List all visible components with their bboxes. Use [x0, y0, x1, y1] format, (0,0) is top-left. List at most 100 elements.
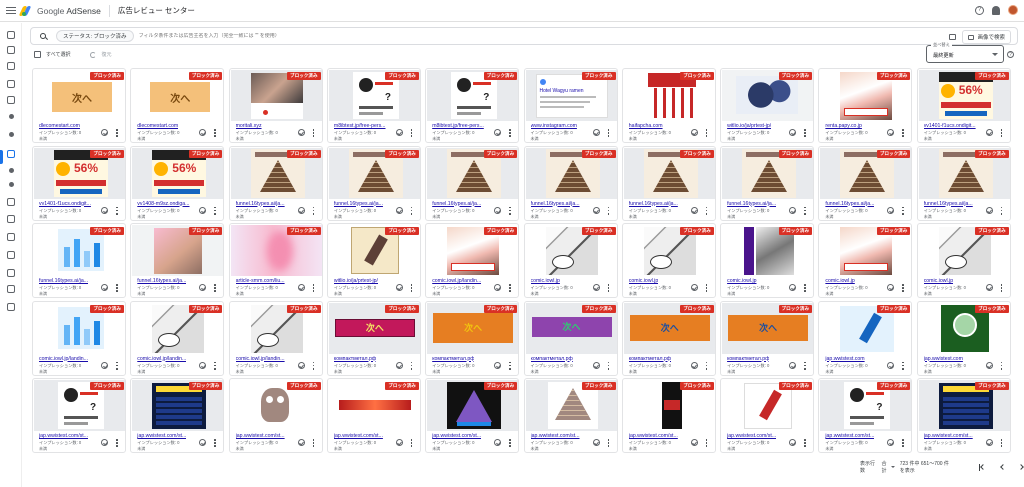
ad-domain-link[interactable]: funnel.16types.ai/ja... [432, 201, 481, 207]
image-search-icon[interactable] [949, 34, 957, 40]
more-vert-icon[interactable] [410, 284, 414, 292]
more-vert-icon[interactable] [410, 439, 414, 447]
rows-per-page-select[interactable]: 合計 [882, 460, 895, 474]
ad-domain-link[interactable]: renta.papy.co.jp [825, 123, 862, 129]
ad-card[interactable]: 次へ ブロック済み компактметал.рф インプレッション数: 0 未満 [326, 300, 421, 376]
more-vert-icon[interactable] [214, 129, 217, 137]
ad-domain-link[interactable]: jap.wwistest.com/st... [334, 433, 383, 439]
ad-card[interactable]: ブロック済み witlio.io/ja/prtest-jp/インプレッション数: … [720, 68, 815, 143]
ad-domain-link[interactable]: funnel.16types.ai/ja... [137, 278, 186, 284]
check-circle-icon[interactable] [985, 129, 993, 136]
select-all-label[interactable]: すべて選択 [46, 51, 70, 58]
ads-icon[interactable] [7, 80, 15, 88]
inbox-icon[interactable] [7, 46, 15, 54]
ad-domain-link[interactable]: moritali.xyz [236, 123, 262, 129]
more-vert-icon[interactable] [607, 129, 611, 137]
main-menu-button[interactable] [4, 4, 18, 18]
dot-icon[interactable] [8, 168, 14, 173]
more-vert-icon[interactable] [214, 439, 217, 447]
more-vert-icon[interactable] [312, 129, 316, 137]
ad-card[interactable]: 56% ブロック済み vv1408-m9sz.ondiga... インプレッション数:… [130, 145, 225, 221]
ad-card[interactable]: ブロック済み witlio.io/ja/prtest-jp/インプレッション数: … [326, 223, 421, 298]
ad-card[interactable]: ブロック済み funnel.16types.ai/ja... インプレッション数: … [818, 145, 913, 221]
more-vert-icon[interactable] [116, 206, 119, 215]
more-vert-icon[interactable] [410, 361, 414, 370]
more-vert-icon[interactable] [902, 129, 905, 137]
ad-thumbnail[interactable]: ブロック済み [820, 70, 912, 121]
more-vert-icon[interactable] [607, 284, 611, 292]
more-vert-icon[interactable] [902, 284, 905, 292]
check-circle-icon[interactable] [494, 439, 502, 446]
ad-domain-link[interactable]: witlio.io/ja/prtest-jp/ [334, 278, 378, 284]
ad-domain-link[interactable]: m8ibtest.jp/free-pers... [432, 123, 484, 129]
ad-thumbnail[interactable]: ブロック済み [34, 302, 125, 354]
gear-icon[interactable] [7, 285, 15, 293]
more-vert-icon[interactable] [214, 361, 217, 370]
next-page-icon[interactable] [1019, 464, 1024, 471]
ad-card[interactable]: ブロック済み funnel.16types.ai/ja... インプレッション数: … [228, 145, 323, 221]
more-vert-icon[interactable] [312, 361, 316, 370]
more-vert-icon[interactable] [804, 284, 807, 292]
ad-card[interactable]: ブロック済み funnel.16types.ai/ja... インプレッション数: … [130, 223, 225, 298]
ad-domain-link[interactable]: jap.wwistest.com [924, 356, 963, 362]
trend-icon[interactable] [7, 215, 15, 223]
check-circle-icon[interactable] [101, 206, 108, 214]
check-circle-icon[interactable] [690, 361, 698, 369]
more-vert-icon[interactable] [902, 439, 905, 447]
check-circle-icon[interactable] [887, 206, 895, 214]
ad-card[interactable]: 次へ ブロック済み компактметал.рф インプレッション数: 0 未満 [425, 300, 520, 376]
more-vert-icon[interactable] [214, 206, 217, 215]
ad-thumbnail[interactable]: ブロック済み [230, 225, 322, 276]
ad-domain-link[interactable]: funnel.16types.ai/ja... [334, 201, 383, 207]
ad-card[interactable]: ブロック済み comic.iowl.jp/landin... インプレッション数: … [425, 223, 520, 298]
sites-icon[interactable] [7, 62, 15, 70]
ad-domain-link[interactable]: www.instagram.com [531, 123, 577, 129]
check-circle-icon[interactable] [395, 361, 403, 369]
check-circle-icon[interactable] [199, 361, 207, 369]
dot-icon[interactable] [8, 132, 14, 137]
more-vert-icon[interactable] [509, 439, 512, 447]
ad-domain-link[interactable]: jap.wwistest.com/st... [825, 433, 874, 439]
settings-icon[interactable] [7, 269, 15, 277]
more-vert-icon[interactable] [1000, 206, 1004, 215]
ad-thumbnail[interactable]: ブロック済み [132, 302, 224, 354]
ad-card[interactable]: ? ブロック済み m8ibtest.jp/free-pers... インプレッション数… [425, 68, 520, 143]
check-circle-icon[interactable] [887, 284, 895, 291]
ad-card[interactable]: ブロック済み haifapcha.com インプレッション数: 0 未満 [621, 68, 716, 143]
check-circle-icon[interactable] [297, 439, 305, 446]
ad-card[interactable]: ブロック済み comic.iowl.jp/landin... インプレッション数: … [32, 300, 126, 376]
ad-card[interactable]: ブロック済み comic.iowl.jp/landin... インプレッション数: … [228, 300, 323, 376]
avatar[interactable] [1008, 5, 1018, 15]
check-circle-icon[interactable] [297, 129, 305, 136]
ad-card[interactable]: 56% ブロック済み vv1401-f1ucs.ondigit... インプレッション… [916, 68, 1011, 143]
ad-thumbnail[interactable]: ブロック済み [328, 225, 420, 276]
ad-card[interactable]: ブロック済み comic.iowl.jp インプレッション数: 0 未満 [818, 223, 913, 298]
ad-thumbnail[interactable]: ? ブロック済み [328, 70, 420, 121]
check-circle-icon[interactable] [690, 129, 698, 136]
ad-card[interactable]: ブロック済み jap.wwistest.com/st... インプレッション数: 0… [228, 378, 323, 453]
ad-card[interactable]: ブロック済み funnel.16types.ai/ja... インプレッション数: … [621, 145, 716, 221]
check-circle-icon[interactable] [985, 284, 993, 291]
ad-card[interactable]: ? ブロック済み jap.wwistest.com/st... インプレッション数: … [32, 378, 126, 453]
restore-button[interactable]: 復元 [101, 51, 111, 58]
more-vert-icon[interactable] [1000, 439, 1004, 447]
ad-domain-link[interactable]: jap.wwistest.com/st... [137, 433, 186, 439]
ad-domain-link[interactable]: jap.wwistest.com/st... [531, 433, 580, 439]
ad-thumbnail[interactable]: 次へ ブロック済み [623, 302, 715, 354]
more-vert-icon[interactable] [1000, 129, 1004, 137]
check-circle-icon[interactable] [985, 361, 993, 369]
more-vert-icon[interactable] [607, 206, 611, 215]
ad-card[interactable]: ブロック済み funnel.16types.ai/ja... インプレッション数: … [326, 145, 421, 221]
ad-thumbnail[interactable]: ブロック済み [132, 225, 224, 276]
ad-card[interactable]: 次へ ブロック済み dlecomestart.com インプレッション数: 0 未満 [32, 68, 126, 143]
ad-thumbnail[interactable]: ? ブロック済み [820, 380, 912, 431]
check-circle-icon[interactable] [985, 439, 993, 446]
ad-thumbnail[interactable]: ブロック済み [230, 147, 322, 199]
ad-thumbnail[interactable]: ブロック済み [328, 380, 420, 431]
ad-domain-link[interactable]: haifapcha.com [629, 123, 663, 129]
check-circle-icon[interactable] [592, 361, 600, 369]
ad-domain-link[interactable]: jap.wwistest.com/st... [236, 433, 285, 439]
ad-domain-link[interactable]: funnel.16types.ai/ja... [825, 201, 874, 207]
ad-card[interactable]: ブロック済み funnel.16types.ai/ja... インプレッション数: … [916, 145, 1011, 221]
ad-thumbnail[interactable]: ブロック済み [34, 225, 125, 276]
